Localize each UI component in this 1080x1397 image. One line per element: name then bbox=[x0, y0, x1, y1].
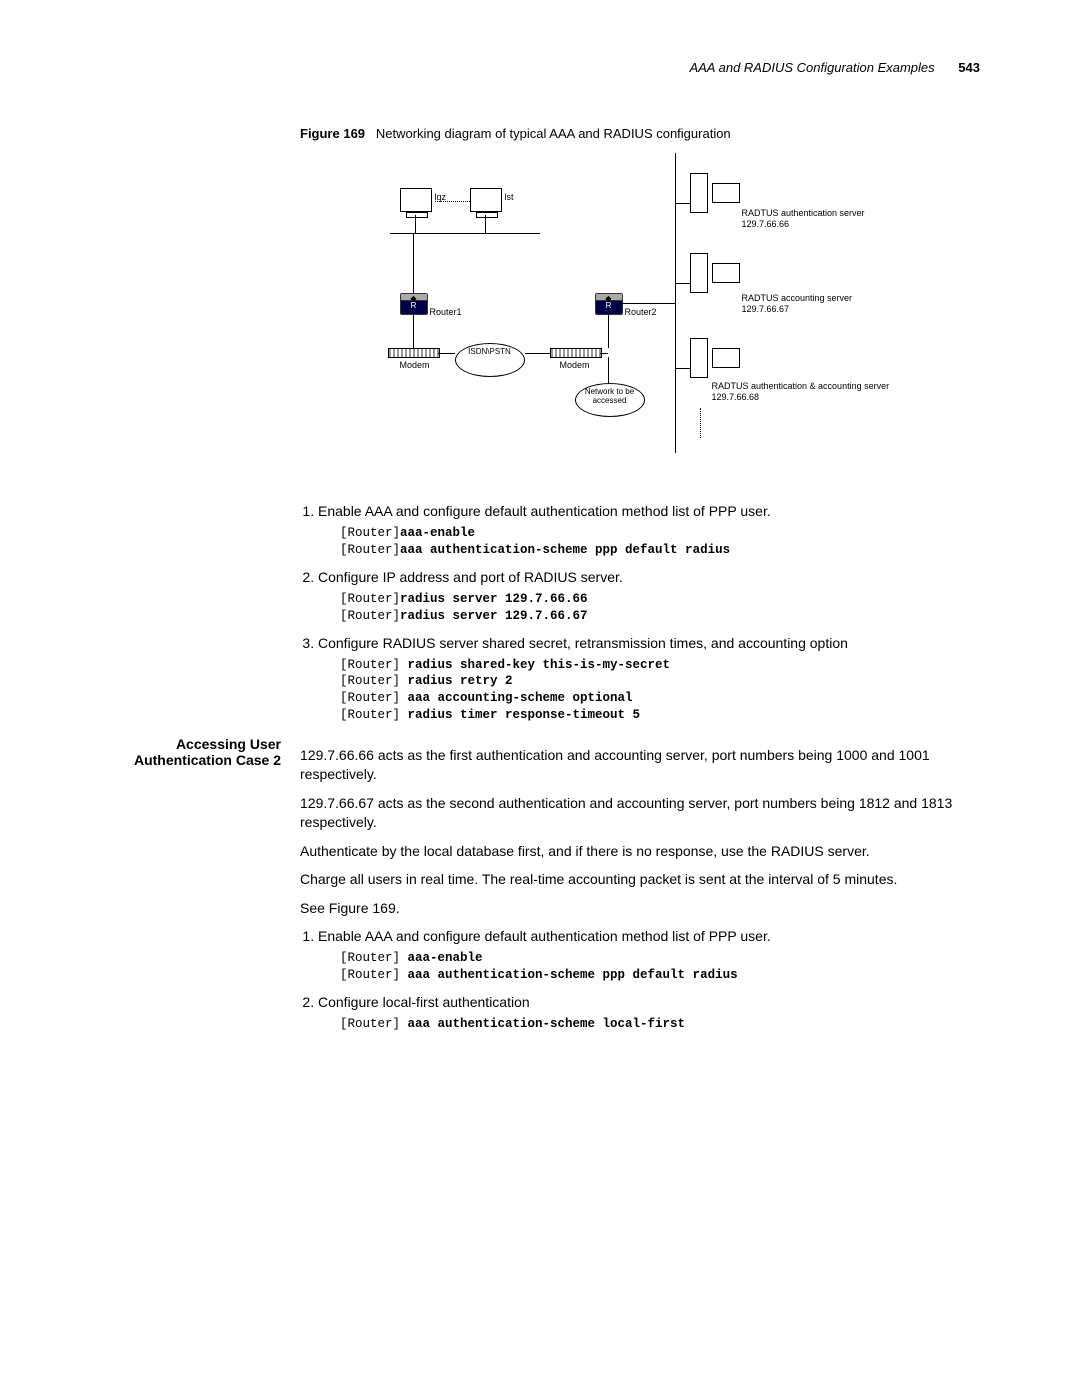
step1-text: Enable AAA and configure default authent… bbox=[318, 503, 771, 519]
section2-p5: See Figure 169. bbox=[300, 899, 979, 918]
step3: Configure RADIUS server shared secret, r… bbox=[318, 635, 979, 725]
page-number: 543 bbox=[958, 60, 980, 75]
srv3-ip: 129.7.66.68 bbox=[712, 392, 890, 403]
config-steps-1: Enable AAA and configure default authent… bbox=[300, 503, 979, 724]
srv3-label: RADTUS authentication & accounting serve… bbox=[712, 381, 890, 392]
s2-step1-text: Enable AAA and configure default authent… bbox=[318, 928, 771, 944]
step3-text: Configure RADIUS server shared secret, r… bbox=[318, 635, 848, 651]
section-heading-l1: Accessing User bbox=[101, 736, 281, 752]
header-title: AAA and RADIUS Configuration Examples bbox=[689, 60, 934, 75]
network-diagram: lqz lst ◆R Router1 Modem bbox=[370, 153, 910, 473]
isdn-cloud: ISDN\PSTN bbox=[455, 343, 525, 377]
step2-code: [Router]radius server 129.7.66.66 [Route… bbox=[340, 591, 979, 625]
s2-step1: Enable AAA and configure default authent… bbox=[318, 928, 979, 984]
step2-text: Configure IP address and port of RADIUS … bbox=[318, 569, 623, 585]
section2-p4: Charge all users in real time. The real-… bbox=[300, 870, 979, 889]
section-heading-l2: Authentication Case 2 bbox=[101, 752, 281, 768]
srv2-ip: 129.7.66.67 bbox=[742, 304, 853, 315]
modem1-label: Modem bbox=[400, 361, 430, 371]
router1-label: Router1 bbox=[430, 308, 462, 318]
s2-step2-text: Configure local-first authentication bbox=[318, 994, 530, 1010]
figure-label: Figure 169 bbox=[300, 126, 365, 141]
section-heading: Accessing User Authentication Case 2 bbox=[100, 735, 299, 1044]
section2-p2: 129.7.66.67 acts as the second authentic… bbox=[300, 794, 979, 832]
s2-step1-code: [Router] aaa-enable [Router] aaa authent… bbox=[340, 950, 979, 984]
pc2-label: lst bbox=[505, 193, 514, 203]
s2-step2-code: [Router] aaa authentication-scheme local… bbox=[340, 1016, 979, 1033]
step2: Configure IP address and port of RADIUS … bbox=[318, 569, 979, 625]
step1: Enable AAA and configure default authent… bbox=[318, 503, 979, 559]
config-steps-2: Enable AAA and configure default authent… bbox=[300, 928, 979, 1033]
s2-step2: Configure local-first authentication [Ro… bbox=[318, 994, 979, 1033]
modem2-label: Modem bbox=[560, 361, 590, 371]
srv2-label: RADTUS accounting server bbox=[742, 293, 853, 304]
section2-p3: Authenticate by the local database first… bbox=[300, 842, 979, 861]
step1-code: [Router]aaa-enable [Router]aaa authentic… bbox=[340, 525, 979, 559]
srv1-ip: 129.7.66.66 bbox=[742, 219, 865, 230]
step3-code: [Router] radius shared-key this-is-my-se… bbox=[340, 657, 979, 725]
router2-label: Router2 bbox=[625, 308, 657, 318]
network-cloud: Network to be accessed bbox=[575, 383, 645, 417]
section2-p1: 129.7.66.66 acts as the first authentica… bbox=[300, 746, 979, 784]
page-header: AAA and RADIUS Configuration Examples 54… bbox=[100, 60, 980, 75]
figure-caption-text: Networking diagram of typical AAA and RA… bbox=[376, 126, 731, 141]
figure-caption: Figure 169 Networking diagram of typical… bbox=[300, 126, 979, 141]
srv1-label: RADTUS authentication server bbox=[742, 208, 865, 219]
